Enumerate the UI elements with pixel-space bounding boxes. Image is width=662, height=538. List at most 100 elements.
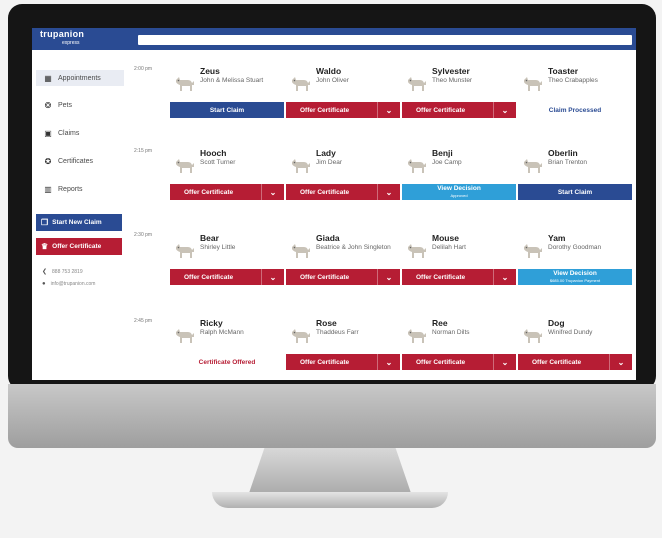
monitor-base xyxy=(212,492,448,508)
offer-certificate-button[interactable]: Offer Certificate ⌄ xyxy=(402,354,516,370)
sidebar: ▦ Appointments ❂ Pets ▣ Claims ✪ Certifi… xyxy=(32,50,128,380)
action-label: View Decision xyxy=(553,270,597,277)
pet-name[interactable]: Waldo xyxy=(316,66,341,76)
action-label: Offer Certificate xyxy=(184,273,234,281)
certificate-icon: ♛ xyxy=(41,242,49,251)
pet-name[interactable]: Mouse xyxy=(432,233,459,243)
action-label: Offer Certificate xyxy=(300,106,350,114)
owner-name: Theo Crabapples xyxy=(548,77,598,84)
appointment-card[interactable]: Sylvester Theo Munster Offer Certificate ⌄ xyxy=(402,64,516,140)
appointment-card[interactable]: Mouse Delilah Hart Offer Certificate ⌄ xyxy=(402,231,516,307)
action-label: Claim Processed xyxy=(548,106,602,114)
chart-icon: ▥ xyxy=(44,184,52,194)
pet-name[interactable]: Sylvester xyxy=(432,66,470,76)
offer-certificate-button[interactable]: Offer Certificate ⌄ xyxy=(286,184,400,200)
chevron-down-icon[interactable]: ⌄ xyxy=(377,354,400,370)
sidebar-item-label: Pets xyxy=(58,101,73,109)
offer-certificate-button[interactable]: Offer Certificate ⌄ xyxy=(518,354,632,370)
dog-icon xyxy=(172,72,196,92)
action-label: Offer Certificate xyxy=(416,106,466,114)
offer-certificate-button[interactable]: Offer Certificate ⌄ xyxy=(170,269,284,285)
chevron-down-icon[interactable]: ⌄ xyxy=(609,354,632,370)
appointment-card[interactable]: Bear Shirley Little Offer Certificate ⌄ xyxy=(170,231,284,307)
appointment-card[interactable]: Zeus John & Melissa Stuart Start Claim xyxy=(170,64,284,140)
pet-name[interactable]: Dog xyxy=(548,318,565,328)
offer-certificate-button[interactable]: Offer Certificate ⌄ xyxy=(402,269,516,285)
chevron-down-icon[interactable]: ⌄ xyxy=(261,184,284,200)
pet-name[interactable]: Bear xyxy=(200,233,219,243)
chevron-down-icon[interactable]: ⌄ xyxy=(261,269,284,285)
chevron-down-icon[interactable]: ⌄ xyxy=(493,269,516,285)
sidebar-item-certificates[interactable]: ✪ Certificates xyxy=(36,153,124,169)
action-label: Offer Certificate xyxy=(184,188,234,196)
appointment-card[interactable]: Ree Norman Dilts Offer Certificate ⌄ xyxy=(402,316,516,380)
owner-name: Beatrice & John Singleton xyxy=(316,244,391,251)
sidebar-item-claims[interactable]: ▣ Claims xyxy=(36,125,124,141)
appointment-card[interactable]: Lady Jim Dear Offer Certificate ⌄ xyxy=(286,146,400,222)
dog-icon xyxy=(172,239,196,259)
search-input[interactable] xyxy=(138,35,632,45)
owner-name: John & Melissa Stuart xyxy=(200,77,264,84)
view-decision-button[interactable]: View Decision $685.00 Trupanion Payment xyxy=(518,269,632,285)
appointment-card[interactable]: Yam Dorothy Goodman View Decision $685.00 T… xyxy=(518,231,632,307)
sidebar-item-label: Certificates xyxy=(58,157,94,165)
certificate-offered-button[interactable]: Certificate Offered xyxy=(170,354,284,370)
app-screen: trupanion express ▦ Appointments ❂ Pets … xyxy=(32,28,636,380)
start-claim-button[interactable]: Start Claim xyxy=(170,102,284,118)
appointment-card[interactable]: Toaster Theo Crabapples Claim Processed xyxy=(518,64,632,140)
appointment-card[interactable]: Hooch Scott Turner Offer Certificate ⌄ xyxy=(170,146,284,222)
logo-subtitle: express xyxy=(62,40,80,46)
sidebar-item-pets[interactable]: ❂ Pets xyxy=(36,97,124,113)
start-claim-button[interactable]: Start Claim xyxy=(518,184,632,200)
offer-certificate-button[interactable]: ♛ Offer Certificate xyxy=(36,238,122,255)
owner-name: Delilah Hart xyxy=(432,244,466,251)
logo-wordmark: trupanion xyxy=(40,29,85,39)
offer-certificate-button[interactable]: Offer Certificate ⌄ xyxy=(286,102,400,118)
pet-name[interactable]: Toaster xyxy=(548,66,578,76)
pet-name[interactable]: Giada xyxy=(316,233,340,243)
offer-certificate-button[interactable]: Offer Certificate ⌄ xyxy=(286,269,400,285)
offer-certificate-button[interactable]: Offer Certificate ⌄ xyxy=(170,184,284,200)
offer-certificate-button[interactable]: Offer Certificate ⌄ xyxy=(286,354,400,370)
appointment-card[interactable]: Benji Joe Camp View Decision Approved xyxy=(402,146,516,222)
top-bar: trupanion express xyxy=(32,28,636,50)
start-new-claim-button[interactable]: ❐ Start New Claim xyxy=(36,214,122,231)
view-decision-button[interactable]: View Decision Approved xyxy=(402,184,516,200)
appointment-card[interactable]: Rose Thaddeus Farr Offer Certificate ⌄ xyxy=(286,316,400,380)
pet-name[interactable]: Lady xyxy=(316,148,336,158)
claim-processed-button[interactable]: Claim Processed xyxy=(518,102,632,118)
sidebar-item-appointments[interactable]: ▦ Appointments xyxy=(36,70,124,86)
chevron-down-icon[interactable]: ⌄ xyxy=(377,269,400,285)
paw-icon: ❂ xyxy=(44,100,52,110)
pet-name[interactable]: Yam xyxy=(548,233,566,243)
pet-name[interactable]: Ricky xyxy=(200,318,223,328)
appointment-card[interactable]: Waldo John Oliver Offer Certificate ⌄ xyxy=(286,64,400,140)
trupanion-logo[interactable]: trupanion express xyxy=(40,30,84,48)
owner-name: Theo Munster xyxy=(432,77,473,84)
action-label: Offer Certificate xyxy=(416,358,466,366)
pet-name[interactable]: Ree xyxy=(432,318,448,328)
sidebar-item-label: Reports xyxy=(58,185,83,193)
pet-name[interactable]: Hooch xyxy=(200,148,226,158)
chevron-down-icon[interactable]: ⌄ xyxy=(377,184,400,200)
owner-name: Brian Trenton xyxy=(548,159,588,166)
appointment-card[interactable]: Dog Winifred Dundy Offer Certificate ⌄ xyxy=(518,316,632,380)
dog-icon xyxy=(172,324,196,344)
pet-name[interactable]: Oberlin xyxy=(548,148,578,158)
dog-icon xyxy=(288,154,312,174)
appointment-card[interactable]: Oberlin Brian Trenton Start Claim xyxy=(518,146,632,222)
pet-name[interactable]: Zeus xyxy=(200,66,220,76)
contact-email[interactable]: ● info@trupanion.com xyxy=(42,281,95,287)
offer-certificate-button[interactable]: Offer Certificate ⌄ xyxy=(402,102,516,118)
pet-name[interactable]: Rose xyxy=(316,318,337,328)
dog-icon xyxy=(172,154,196,174)
pet-name[interactable]: Benji xyxy=(432,148,453,158)
appointment-card[interactable]: Giada Beatrice & John Singleton Offer Cert… xyxy=(286,231,400,307)
sidebar-item-reports[interactable]: ▥ Reports xyxy=(36,181,124,197)
chevron-down-icon[interactable]: ⌄ xyxy=(377,102,400,118)
chevron-down-icon[interactable]: ⌄ xyxy=(493,354,516,370)
dog-icon xyxy=(288,324,312,344)
appointment-card[interactable]: Ricky Ralph McMann Certificate Offered xyxy=(170,316,284,380)
time-2-45: 2:45 pm xyxy=(134,318,153,324)
chevron-down-icon[interactable]: ⌄ xyxy=(493,102,516,118)
